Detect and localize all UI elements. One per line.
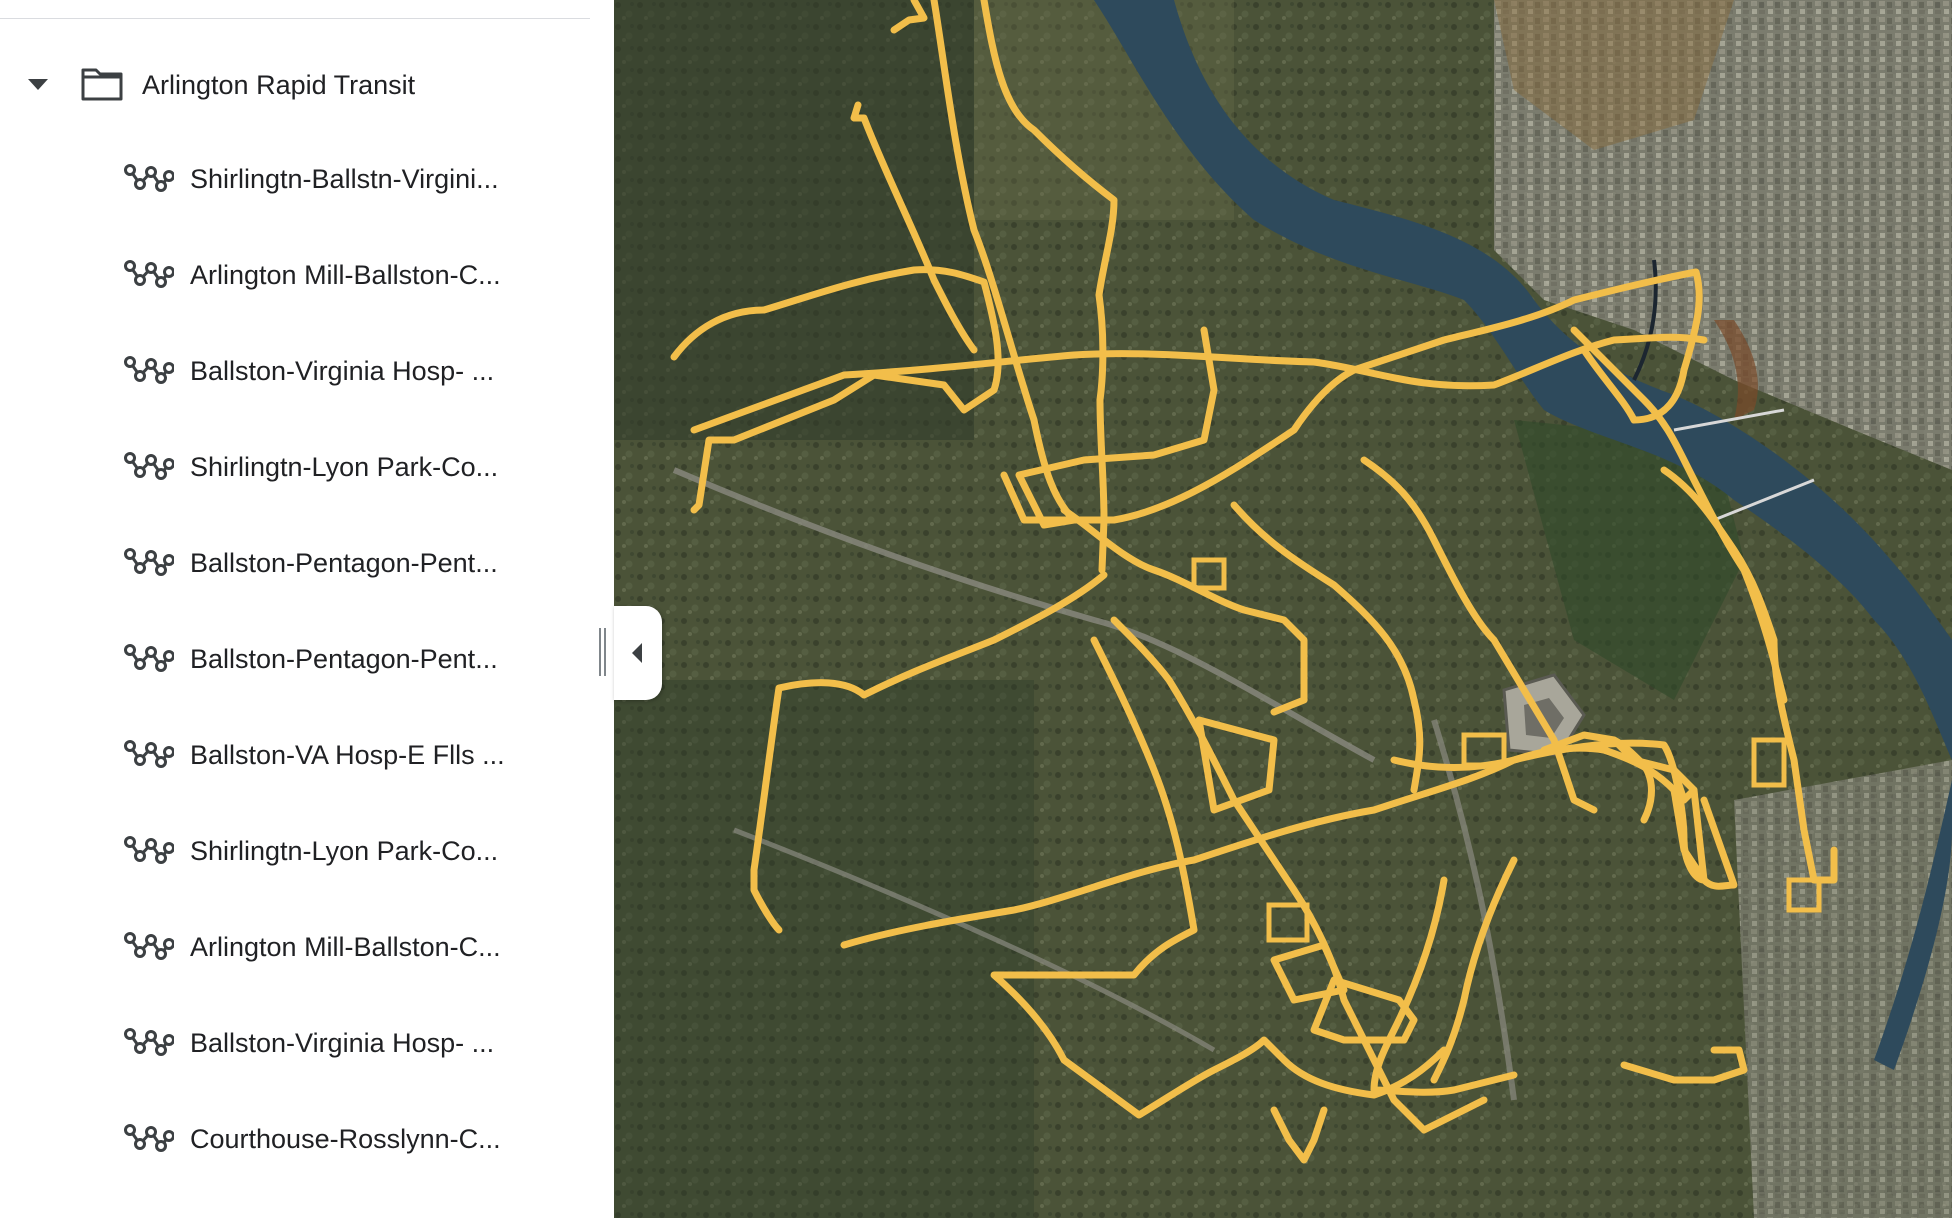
layer-item[interactable]: Ballston-Pentagon-Pent... bbox=[0, 612, 600, 708]
layer-label: Arlington Mill-Ballston-C... bbox=[190, 932, 501, 962]
route-icon bbox=[124, 738, 175, 772]
route-icon bbox=[124, 1026, 175, 1060]
layer-label: Ballston-Pentagon-Pent... bbox=[190, 548, 498, 578]
layer-item[interactable]: Courthouse-Rosslynn-C... bbox=[0, 1092, 600, 1188]
route-icon bbox=[124, 450, 175, 484]
layer-label: Shirlingtn-Lyon Park-Co... bbox=[190, 452, 499, 482]
route-icon bbox=[124, 834, 175, 868]
folder-row-arlington-rapid-transit[interactable]: Arlington Rapid Transit bbox=[0, 50, 600, 118]
folder-icon bbox=[81, 68, 123, 101]
map-canvas[interactable] bbox=[614, 0, 1952, 1218]
sidebar-divider bbox=[0, 18, 590, 19]
layer-label: Ballston-Pentagon-Pent... bbox=[190, 644, 498, 674]
caret-down-icon[interactable] bbox=[28, 79, 48, 90]
layer-label: Shirlingtn-Ballstn-Virgini... bbox=[190, 164, 499, 194]
forest-area bbox=[614, 680, 1034, 1218]
layer-item[interactable]: Ballston-VA Hosp-E Flls ... bbox=[0, 708, 600, 804]
route-icon bbox=[124, 354, 175, 388]
dark-residential-tile bbox=[614, 0, 974, 440]
layers-sidebar: Arlington Rapid Transit Shirlingtn-Balls… bbox=[0, 0, 614, 1218]
route-icon bbox=[124, 258, 175, 292]
map-view[interactable] bbox=[614, 0, 1952, 1218]
layer-label: Ballston-VA Hosp-E Flls ... bbox=[190, 740, 505, 770]
route-icon bbox=[124, 162, 175, 196]
layer-item[interactable]: Shirlingtn-Lyon Park-Co... bbox=[0, 420, 600, 516]
layer-item[interactable]: Shirlingtn-Ballstn-Virgini... bbox=[0, 132, 600, 228]
layer-label: Arlington Mill-Ballston-C... bbox=[190, 260, 501, 290]
chevron-left-icon bbox=[632, 643, 642, 663]
layer-item[interactable]: Arlington Mill-Ballston-C... bbox=[0, 900, 600, 996]
layer-item[interactable]: Shirlingtn-Lyon Park-Co... bbox=[0, 804, 600, 900]
route-icon bbox=[124, 642, 175, 676]
layer-label: Courthouse-Rosslynn-C... bbox=[190, 1124, 501, 1154]
layer-item[interactable]: Ballston-Virginia Hosp- ... bbox=[0, 996, 600, 1092]
layer-list: Shirlingtn-Ballstn-Virgini... Arlington M… bbox=[0, 132, 600, 1188]
route-icon bbox=[124, 546, 175, 580]
layer-label: Ballston-Virginia Hosp- ... bbox=[190, 356, 495, 386]
layer-item[interactable]: Ballston-Virginia Hosp- ... bbox=[0, 324, 600, 420]
collapse-sidebar-button[interactable] bbox=[614, 606, 662, 700]
layer-label: Ballston-Virginia Hosp- ... bbox=[190, 1028, 495, 1058]
layer-item[interactable]: Ballston-Pentagon-Pent... bbox=[0, 516, 600, 612]
layer-label: Shirlingtn-Lyon Park-Co... bbox=[190, 836, 499, 866]
route-icon bbox=[124, 930, 175, 964]
route-icon bbox=[124, 1122, 175, 1156]
folder-label: Arlington Rapid Transit bbox=[142, 70, 416, 100]
app-window: Arlington Rapid Transit Shirlingtn-Balls… bbox=[0, 0, 1952, 1218]
layer-item[interactable]: Arlington Mill-Ballston-C... bbox=[0, 228, 600, 324]
sidebar-resize-handle[interactable] bbox=[598, 628, 608, 676]
